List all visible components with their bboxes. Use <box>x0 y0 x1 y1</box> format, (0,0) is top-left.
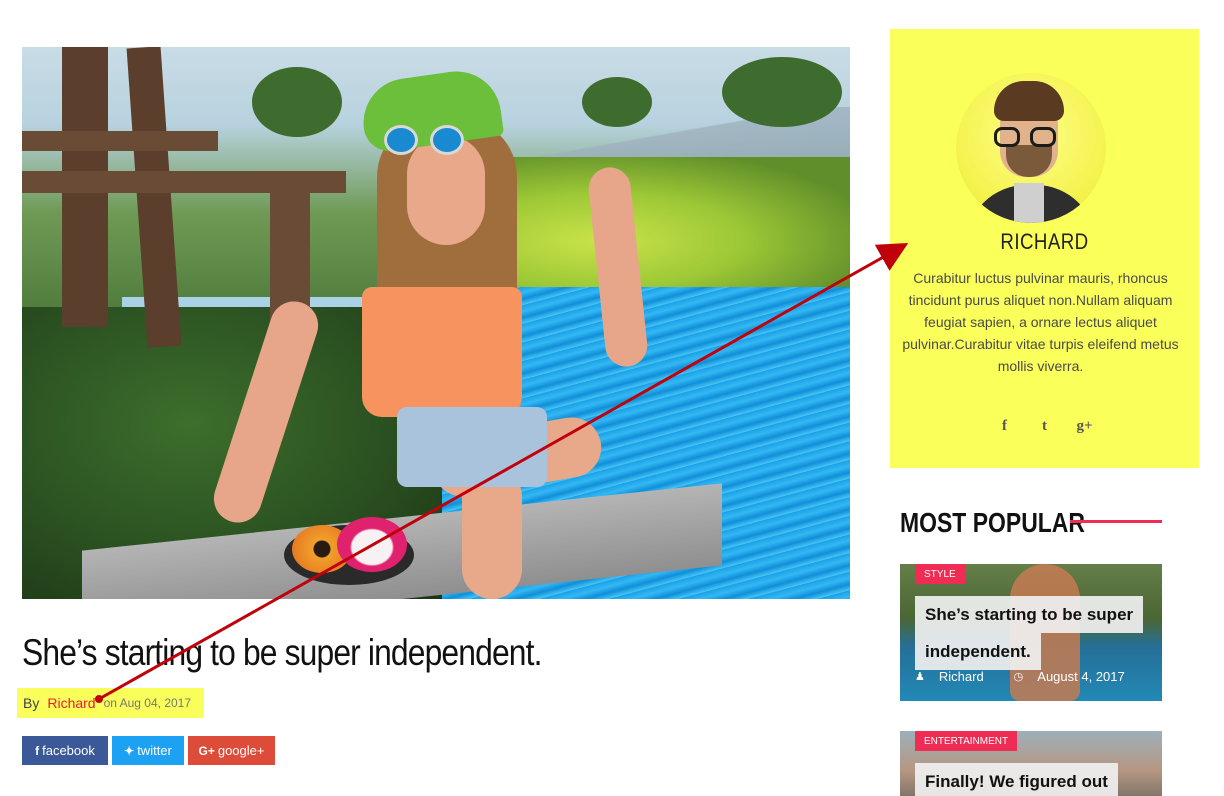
byline-prefix: By <box>23 695 40 711</box>
most-popular-heading: MOST POPULAR <box>900 507 1085 538</box>
twitter-icon: ✦ <box>124 743 135 758</box>
google-plus-icon[interactable]: g+ <box>1076 418 1094 435</box>
popular-post-card[interactable]: ENTERTAINMENT Finally! We figured out <box>900 731 1162 796</box>
share-twitter-button[interactable]: ✦ twitter <box>112 736 184 765</box>
popular-post-title[interactable]: Finally! We figured out <box>915 763 1118 796</box>
author-link[interactable]: Richard <box>47 695 95 711</box>
twitter-icon[interactable]: t <box>1036 418 1054 435</box>
post-byline: By Richard on Aug 04, 2017 <box>17 688 204 718</box>
post-title: She’s starting to be super independent. <box>22 632 542 673</box>
category-badge[interactable]: ENTERTAINMENT <box>915 731 1018 751</box>
user-icon: ♟ <box>915 671 925 683</box>
popular-post-author[interactable]: Richard <box>939 669 984 684</box>
popular-post-title-line: Finally! We figured out <box>915 763 1118 796</box>
share-facebook-label: facebook <box>42 743 95 758</box>
popular-post-title-line: She’s starting to be super <box>915 596 1144 633</box>
facebook-icon[interactable]: f <box>996 418 1014 435</box>
hero-image <box>22 47 850 599</box>
category-badge[interactable]: STYLE <box>915 564 965 584</box>
facebook-icon: f <box>35 743 40 758</box>
popular-post-date: August 4, 2017 <box>1037 669 1125 684</box>
author-box: RICHARD Curabitur luctus pulvinar mauris… <box>890 29 1199 468</box>
share-facebook-button[interactable]: f facebook <box>22 736 108 765</box>
popular-post-card[interactable]: STYLE She’s starting to be super indepen… <box>900 564 1162 701</box>
author-avatar <box>956 73 1106 223</box>
popular-post-meta: ♟ Richard ◷ August 4, 2017 <box>915 669 1125 684</box>
share-google-plus-button[interactable]: G+ google+ <box>188 736 275 765</box>
share-google-plus-label: google+ <box>217 743 265 758</box>
author-name: RICHARD <box>1000 229 1089 254</box>
post-date: on Aug 04, 2017 <box>103 696 192 710</box>
popular-post-title-line: independent. <box>915 633 1041 670</box>
author-social-links: f t g+ <box>890 418 1199 435</box>
heading-accent-line <box>1070 520 1162 523</box>
google-plus-icon: G+ <box>198 743 215 758</box>
author-bio: Curabitur luctus pulvinar mauris, rhoncu… <box>902 270 1179 374</box>
clock-icon: ◷ <box>1013 671 1024 683</box>
popular-post-title[interactable]: She’s starting to be super independent. <box>915 596 1144 670</box>
share-twitter-label: twitter <box>137 743 172 758</box>
